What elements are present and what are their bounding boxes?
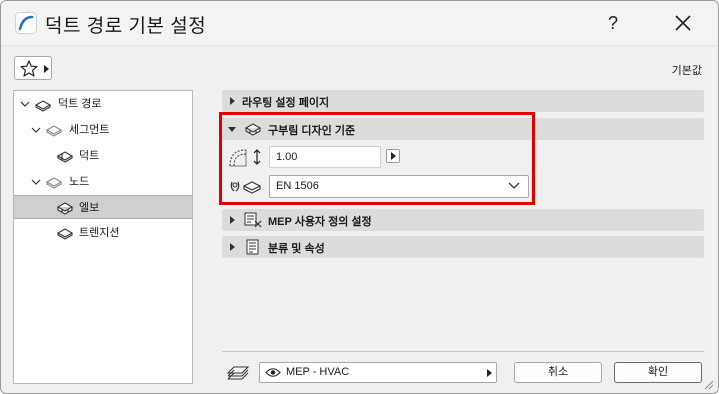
tree-item-label: 덕트 [79, 150, 100, 162]
section-label: MEP 사용자 정의 설정 [268, 216, 372, 228]
view-settings-select[interactable]: MEP - HVAC [259, 362, 497, 383]
tree-item-label: 덕트 경로 [58, 98, 102, 110]
section-label: 분류 및 속성 [268, 243, 325, 255]
tree-item-elbow[interactable]: 엘보 [14, 195, 192, 219]
dialog-window: 덕트 경로 기본 설정 ? 기본값 덕트 경로 세그먼트 덕트 노드 엘보 트렌… [0, 0, 719, 394]
section-mep-custom-settings[interactable]: MEP 사용자 정의 설정 [222, 209, 704, 231]
help-button[interactable]: ? [601, 11, 625, 35]
default-button[interactable]: 기본값 [672, 62, 702, 78]
title-bar: 덕트 경로 기본 설정 ? [1, 1, 718, 45]
close-icon[interactable] [669, 9, 697, 37]
app-logo-icon [15, 12, 37, 34]
section-classification-properties[interactable]: 분류 및 속성 [222, 236, 704, 258]
tree-item-label: 세그먼트 [69, 124, 110, 136]
highlight-box [219, 112, 535, 205]
toolbar: 기본값 [1, 45, 718, 91]
chevron-down-icon[interactable] [31, 125, 41, 135]
duct-icon [56, 151, 74, 163]
duct-route-icon [34, 100, 52, 112]
window-title: 덕트 경로 기본 설정 [45, 16, 207, 37]
segment-icon [45, 125, 63, 137]
layer-stack-icon [226, 366, 250, 380]
resize-grip-icon[interactable] [704, 380, 714, 390]
expand-arrow-icon [230, 216, 235, 224]
section-routing-settings[interactable]: 라우팅 설정 페이지 [222, 90, 704, 112]
ok-button[interactable]: 확인 [614, 362, 702, 383]
tree-item-transition[interactable]: 트렌지션 [14, 221, 192, 245]
node-icon [45, 177, 63, 189]
expand-arrow-icon [230, 97, 235, 105]
star-icon [20, 60, 38, 77]
eye-icon [265, 368, 281, 377]
chevron-down-icon[interactable] [20, 99, 30, 109]
elbow-icon [56, 202, 74, 215]
favorites-dropdown-arrow-icon [44, 65, 49, 73]
transition-icon [56, 228, 74, 240]
footer-divider [222, 351, 704, 352]
document-list-icon [246, 239, 259, 255]
settings-tree: 덕트 경로 세그먼트 덕트 노드 엘보 트렌지션 [13, 90, 193, 384]
chevron-down-icon[interactable] [31, 177, 41, 187]
view-settings-label: MEP - HVAC [286, 366, 350, 378]
caret-right-icon [487, 369, 492, 377]
expand-arrow-icon [230, 243, 235, 251]
tree-item-node[interactable]: 노드 [14, 170, 192, 194]
tree-item-duct[interactable]: 덕트 [14, 144, 192, 168]
tree-item-label: 트렌지션 [79, 227, 120, 239]
tree-item-segment[interactable]: 세그먼트 [14, 118, 192, 142]
tree-item-duct-route[interactable]: 덕트 경로 [14, 92, 192, 116]
favorites-button[interactable] [14, 56, 52, 80]
mep-settings-icon [244, 212, 262, 228]
section-label: 라우팅 설정 페이지 [242, 97, 330, 109]
tree-item-label: 엘보 [79, 202, 100, 214]
cancel-button[interactable]: 취소 [514, 362, 602, 383]
tree-item-label: 노드 [69, 176, 90, 188]
